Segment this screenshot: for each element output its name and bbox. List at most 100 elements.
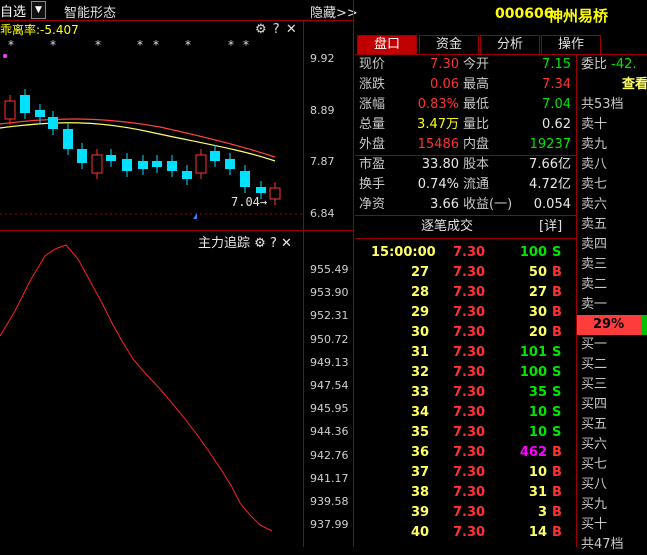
last-price-annotation: 7.04→ xyxy=(231,195,268,209)
candle xyxy=(106,155,116,161)
buy-sell-ratio-bar: 29% xyxy=(577,315,647,335)
tick-price: 7.30 xyxy=(453,485,486,500)
tick-time: 40 xyxy=(411,525,430,540)
buy-level[interactable]: 买二 xyxy=(577,355,647,375)
candle xyxy=(225,159,235,169)
axis-tick-label: 955.49 xyxy=(310,263,349,276)
tick-row[interactable]: 15:00:00 7.30 100 S xyxy=(355,243,576,263)
sell-level[interactable]: 卖四 xyxy=(577,235,647,255)
tick-time: 38 xyxy=(411,485,430,500)
tick-time: 27 xyxy=(411,265,430,280)
sell-level[interactable]: 卖一 xyxy=(577,295,647,315)
tick-time: 28 xyxy=(411,285,430,300)
tick-price: 7.30 xyxy=(453,245,486,260)
candle xyxy=(20,95,30,113)
tick-volume: 30 xyxy=(528,305,547,320)
quote-row: 换手 0.74% 流通 4.72亿 xyxy=(357,175,575,195)
quote-value: 0.054 xyxy=(533,197,571,212)
tick-row[interactable]: 36 7.30 462 B xyxy=(355,443,576,463)
quote-row: 涨幅 0.83% 最低 7.04 xyxy=(357,95,575,115)
chevron-down-icon[interactable]: ▼ xyxy=(31,1,46,19)
divider xyxy=(355,238,576,239)
tick-volume: 50 xyxy=(528,265,547,280)
buy-level[interactable]: 买六 xyxy=(577,435,647,455)
tick-row[interactable]: 35 7.30 10 S xyxy=(355,423,576,443)
tick-volume: 10 xyxy=(528,425,547,440)
axis-tick-label: 952.31 xyxy=(310,309,349,323)
tick-row[interactable]: 32 7.30 100 S xyxy=(355,363,576,383)
sell-level[interactable]: 卖五 xyxy=(577,215,647,235)
sell-level[interactable]: 卖三 xyxy=(577,255,647,275)
tick-row[interactable]: 37 7.30 10 B xyxy=(355,463,576,483)
quote-value: 7.66亿 xyxy=(529,157,571,172)
buy-level[interactable]: 买九 xyxy=(577,495,647,515)
buy-level[interactable]: 买三 xyxy=(577,375,647,395)
tick-price: 7.30 xyxy=(453,445,486,460)
quote-value: 19237 xyxy=(529,137,571,152)
tick-price: 7.30 xyxy=(453,425,486,440)
quote-label: 换手 xyxy=(359,177,386,192)
tick-row[interactable]: 28 7.30 27 B xyxy=(355,283,576,303)
tick-row[interactable]: 27 7.30 50 B xyxy=(355,263,576,283)
axis-tick-label: 941.17 xyxy=(310,471,349,485)
buy-level[interactable]: 买一 xyxy=(577,335,647,355)
buy-level[interactable]: 买七 xyxy=(577,455,647,475)
quote-row: 净资 3.66 收益(一) 0.054 xyxy=(357,195,575,215)
axis-tick-label: 947.54 xyxy=(310,379,349,392)
candlestick-chart[interactable] xyxy=(0,21,353,230)
ma-line xyxy=(0,122,276,162)
tick-row[interactable]: 29 7.30 30 B xyxy=(355,303,576,323)
tab-2[interactable]: 分析 xyxy=(480,35,540,54)
view-button[interactable]: 查看 xyxy=(577,75,647,95)
stock-code: 000606 xyxy=(495,6,554,22)
tick-row[interactable]: 33 7.30 35 S xyxy=(355,383,576,403)
tick-row[interactable]: 38 7.30 31 B xyxy=(355,483,576,503)
tick-row[interactable]: 30 7.30 20 B xyxy=(355,323,576,343)
weibi-value: -42. xyxy=(611,57,637,72)
tick-side: B xyxy=(552,445,562,460)
tick-time: 30 xyxy=(411,325,430,340)
quote-value: 4.72亿 xyxy=(529,177,571,192)
axis-tick-label: 944.36 xyxy=(310,425,349,439)
sell-level[interactable]: 卖七 xyxy=(577,175,647,195)
tab-0[interactable]: 盘口 xyxy=(357,35,417,54)
tick-side: S xyxy=(552,425,562,440)
tick-row[interactable]: 31 7.30 101 S xyxy=(355,343,576,363)
ticks-title: 逐笔成交 xyxy=(421,219,474,234)
tick-side: B xyxy=(552,525,562,540)
buy-level[interactable]: 买八 xyxy=(577,475,647,495)
tick-volume: 10 xyxy=(528,465,547,480)
sell-level[interactable]: 卖九 xyxy=(577,135,647,155)
weibi-row: 委比 -42. xyxy=(577,55,647,75)
ticks-list[interactable]: 15:00:00 7.30 100 S 27 7.30 50 B 28 7.30 27 B 29 7.30… xyxy=(355,243,576,543)
sell-level[interactable]: 卖十 xyxy=(577,115,647,135)
tab-3[interactable]: 操作 xyxy=(541,35,601,54)
tab-1[interactable]: 资金 xyxy=(419,35,479,54)
ratio-text: 29% xyxy=(593,317,625,332)
tick-row[interactable]: 39 7.30 3 B xyxy=(355,503,576,523)
main-force-line xyxy=(0,244,273,532)
main-force-chart[interactable] xyxy=(0,231,303,547)
tick-time: 35 xyxy=(411,425,430,440)
sell-level[interactable]: 卖六 xyxy=(577,195,647,215)
tick-row[interactable]: 34 7.30 10 S xyxy=(355,403,576,423)
buy-level[interactable]: 买十 xyxy=(577,515,647,535)
buy-level[interactable]: 买四 xyxy=(577,395,647,415)
tick-row[interactable]: 40 7.30 14 B xyxy=(355,523,576,543)
ticks-detail-link[interactable]: [详] xyxy=(539,216,562,238)
sell-level[interactable]: 卖八 xyxy=(577,155,647,175)
axis-tick-label: 9.92 xyxy=(310,52,335,65)
candle xyxy=(77,149,87,163)
buy-level[interactable]: 买五 xyxy=(577,415,647,435)
watchlist-dropdown[interactable]: 自选 ▼ xyxy=(0,1,46,20)
marker-dot xyxy=(3,54,7,58)
smart-pattern-button[interactable]: 智能形态 xyxy=(64,2,116,21)
axis-tick-label: 945.95 xyxy=(310,402,349,416)
quote-label: 量比 xyxy=(463,117,490,132)
quote-label: 涨跌 xyxy=(359,77,386,92)
hide-button[interactable]: 隐藏>> xyxy=(310,2,358,21)
tick-time: 31 xyxy=(411,345,430,360)
tick-time: 37 xyxy=(411,465,430,480)
sell-level[interactable]: 卖二 xyxy=(577,275,647,295)
tick-side: B xyxy=(552,325,562,340)
